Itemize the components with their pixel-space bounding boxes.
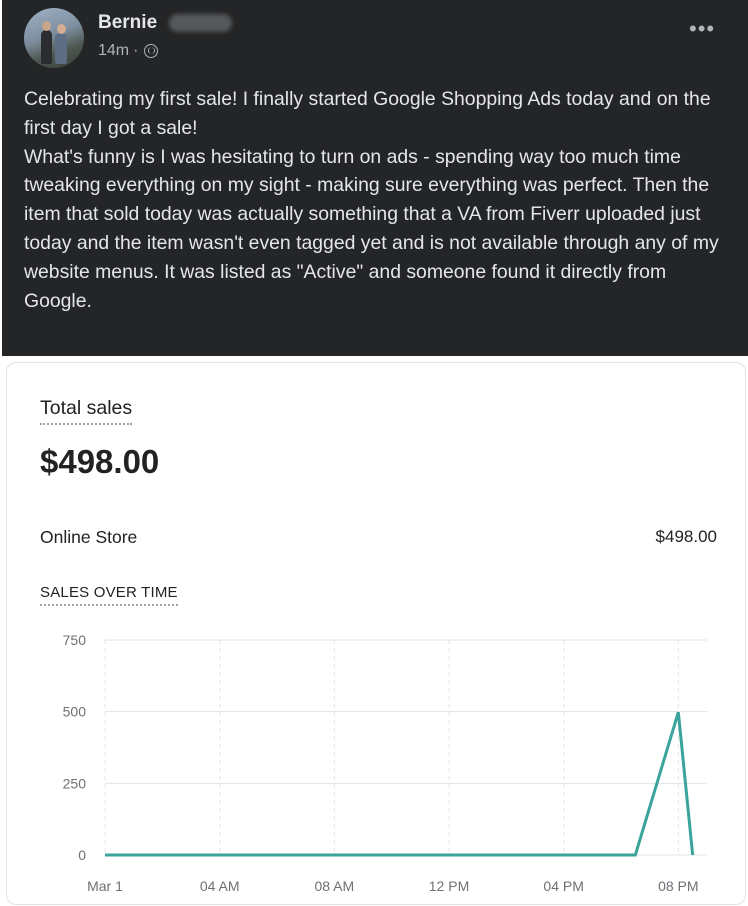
friends-icon	[144, 44, 158, 58]
sales-card: Total sales $498.00 Online Store $498.00…	[6, 362, 746, 905]
post-time[interactable]: 14m	[98, 42, 129, 60]
x-tick-label: 12 PM	[429, 878, 469, 894]
y-tick-label: 0	[78, 847, 86, 863]
facebook-post: Bernie 14m · ••• Celebrating my first sa…	[2, 0, 748, 356]
x-tick-label: Mar 1	[87, 878, 123, 894]
author-name[interactable]: Bernie	[98, 12, 157, 34]
x-tick-label: 08 AM	[314, 878, 354, 894]
post-text: Celebrating my first sale! I finally sta…	[24, 85, 736, 315]
y-axis-ticks: 0 250 500 750	[63, 632, 87, 863]
sales-over-time-chart: 0 250 500 750 Mar 1 04 AM 08 AM 12 PM 04 PM 08 P…	[7, 363, 747, 906]
avatar-person-icon	[41, 30, 52, 64]
x-tick-label: 04 AM	[200, 878, 240, 894]
chart-grid	[105, 640, 707, 855]
y-tick-label: 250	[63, 775, 87, 791]
x-axis-ticks: Mar 1 04 AM 08 AM 12 PM 04 PM 08 PM	[87, 878, 698, 894]
y-tick-label: 500	[63, 704, 87, 720]
y-tick-label: 750	[63, 632, 87, 648]
meta-separator: ·	[133, 42, 138, 60]
x-tick-label: 08 PM	[658, 878, 698, 894]
x-tick-label: 04 PM	[543, 878, 583, 894]
author-avatar[interactable]	[24, 8, 84, 68]
ellipsis-icon[interactable]: •••	[689, 24, 715, 34]
redacted-surname	[169, 14, 232, 32]
post-meta: 14m ·	[98, 42, 158, 60]
avatar-person-icon	[55, 33, 67, 64]
